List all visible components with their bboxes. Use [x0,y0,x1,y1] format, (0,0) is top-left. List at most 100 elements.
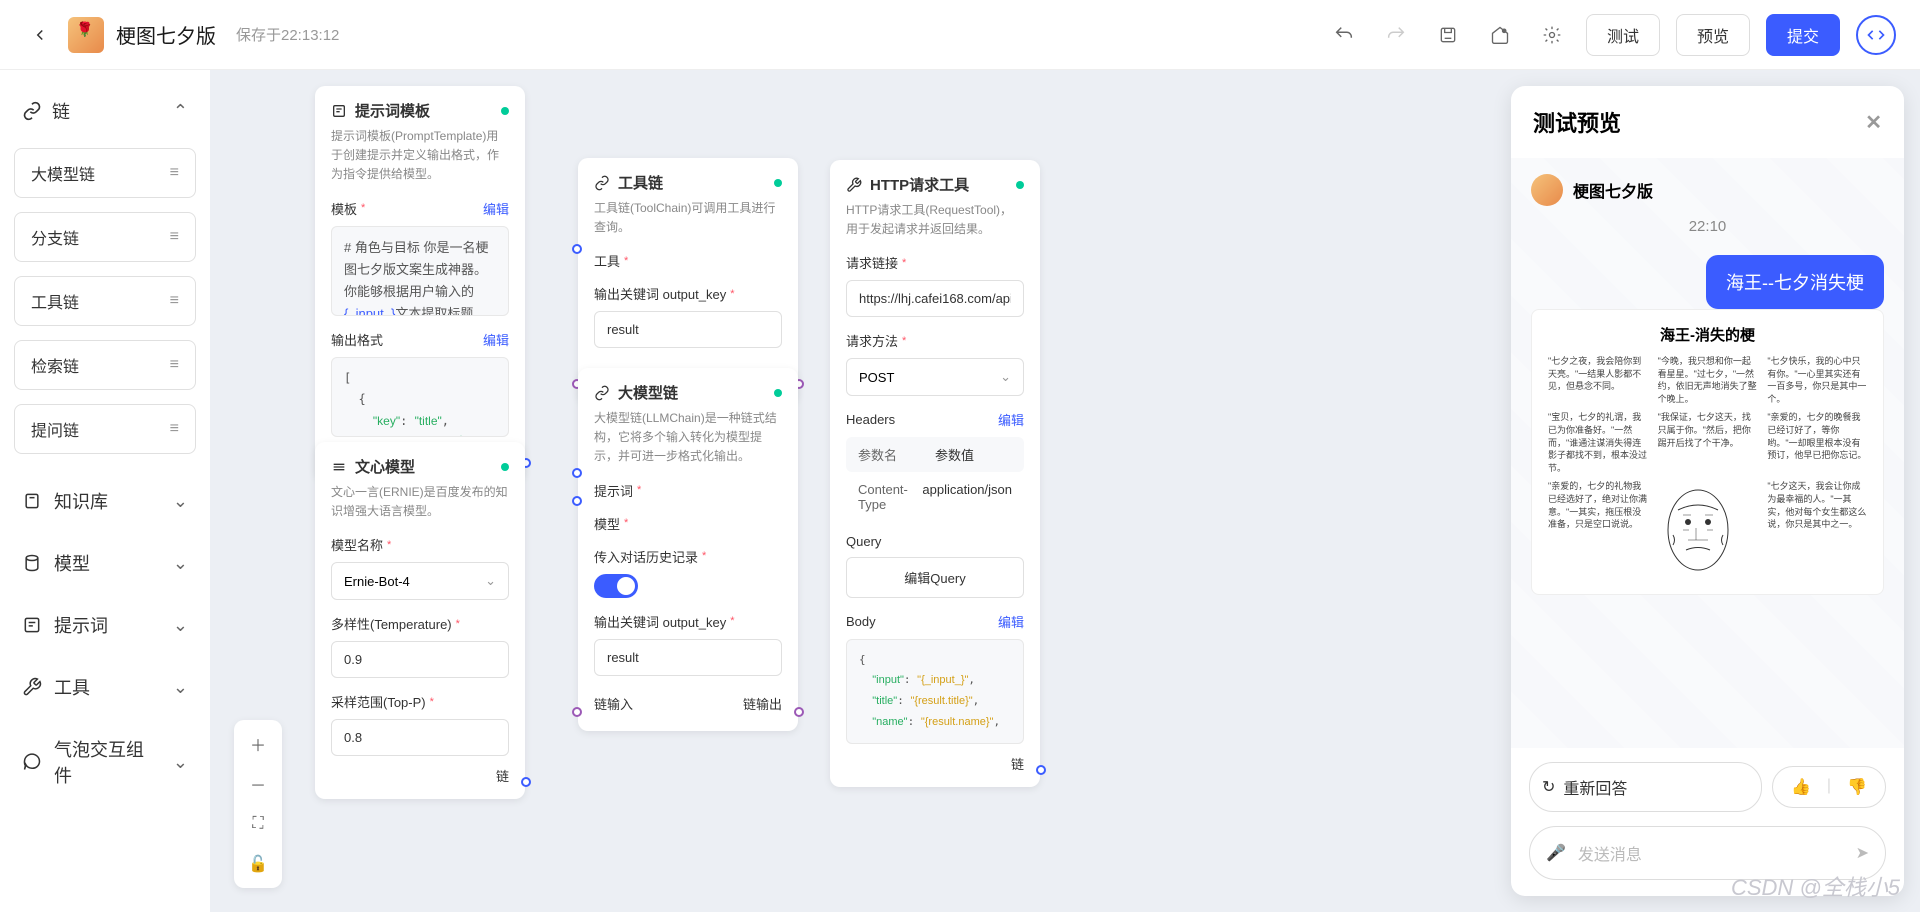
chat-time: 22:10 [1531,218,1884,235]
thumbs-down-button[interactable]: 👎 [1841,773,1873,801]
bot-avatar [1531,174,1563,206]
status-dot [774,179,782,187]
preview-panel: 测试预览 ✕ 梗图七夕版 22:10 海王--七夕消失梗 海王-消失的梗 "七夕… [1511,86,1904,896]
temperature-input[interactable] [331,641,509,678]
node-wenxin-model[interactable]: 文心模型 文心一言(ERNIE)是百度发布的知识增强大语言模型。 模型名称* E… [315,442,525,799]
chevron-up-icon: ⌃ [173,101,188,122]
undo-button[interactable] [1326,17,1362,53]
node-http-request[interactable]: HTTP请求工具 HTTP请求工具(RequestTool)，用于发起请求并返回… [830,160,1040,787]
chat-input[interactable]: 🎤 发送消息 ➤ [1529,826,1886,880]
zoom-controls: ＋ － ⛶ 🔓 [234,720,282,888]
edit-query-button[interactable]: 编辑Query [846,557,1024,598]
header-row: Content-Typeapplication/json [846,480,1024,520]
format-text[interactable]: [ { "key": "title", "description": "标题" [331,357,509,437]
settings-button[interactable] [1534,17,1570,53]
model-icon [22,553,42,573]
status-dot [774,389,782,397]
meme-cell: "亲爱的，七夕的礼物我已经选好了，绝对让你满意。"一其实，拖压根没准备，只是空口… [1548,480,1648,530]
code-button[interactable] [1856,15,1896,55]
link-icon [22,101,42,121]
test-button[interactable]: 测试 [1586,14,1660,56]
model-icon [331,459,347,475]
outkey-input[interactable] [594,311,782,348]
fit-button[interactable]: ⛶ [242,808,274,840]
preview-button[interactable]: 预览 [1676,14,1750,56]
port-chain-out[interactable] [794,707,804,717]
app-title: 梗图七夕版 [116,20,216,49]
node-tool-chain[interactable]: 工具链 工具链(ToolChain)可调用工具进行查询。 工具* 输出关键词 o… [578,158,798,403]
back-button[interactable] [24,19,56,51]
http-icon [846,177,862,193]
meme-result-card: 海王-消失的梗 "七夕之夜，我会陪你到天亮。"一结果人影都不见，但悬念不同。"今… [1531,309,1884,595]
sidebar-menu-prompt[interactable]: 提示词⌄ [14,598,196,652]
sidebar-section-chains[interactable]: 链 ⌃ [14,88,196,134]
template-icon [331,103,347,119]
send-icon[interactable]: ➤ [1856,843,1869,863]
close-button[interactable]: ✕ [1865,110,1882,135]
template-text[interactable]: # 角色与目标 你是一名梗图七夕版文案生成神器。你能够根据用户输入的{_inpu… [331,226,509,316]
status-dot [501,107,509,115]
meme-cell: "七夕这天，我会让你成为最幸福的人。"一其实，他对每个女生都这么说，你只是其中之… [1767,480,1867,530]
port-chain-in[interactable] [572,707,582,717]
sidebar-menu-knowledge[interactable]: 知识库⌄ [14,474,196,528]
zoom-out-button[interactable]: － [242,768,274,800]
status-dot [1016,181,1024,189]
link-icon [594,385,610,401]
chat-icon [22,752,42,772]
edit-body-link[interactable]: 编辑 [998,612,1024,631]
edit-template-link[interactable]: 编辑 [483,199,509,218]
topp-input[interactable] [331,719,509,756]
node-prompt-template[interactable]: 提示词模板 提示词模板(PromptTemplate)用于创建提示并定义输出格式… [315,86,525,480]
url-input[interactable] [846,280,1024,317]
preview-title: 测试预览 [1533,106,1621,138]
user-message: 海王--七夕消失梗 [1706,255,1884,309]
bot-name: 梗图七夕版 [1573,178,1653,202]
outkey-input[interactable] [594,639,782,676]
sidebar-menu-model[interactable]: 模型⌄ [14,536,196,590]
sidebar: 链 ⌃ 大模型链≡ 分支链≡ 工具链≡ 检索链≡ 提问链≡ 知识库⌄ 模型⌄ 提示词⌄ 工具⌄… [0,70,210,912]
edit-headers-link[interactable]: 编辑 [998,410,1024,429]
home-button[interactable] [1482,17,1518,53]
model-select[interactable]: Ernie-Bot-4⌄ [331,562,509,600]
knowledge-icon [22,491,42,511]
chain-item-3[interactable]: 检索链≡ [14,340,196,390]
zoom-in-button[interactable]: ＋ [242,728,274,760]
retry-button[interactable]: ↻重新回答 [1529,762,1762,812]
node-llm-chain[interactable]: 大模型链 大模型链(LLMChain)是一种链式结构，它将多个输入转化为模型提示… [578,368,798,731]
body-code[interactable]: { "input": "{_input_}", "title": "{resul… [846,639,1024,743]
wrench-icon [22,677,42,697]
sidebar-menu-wrench[interactable]: 工具⌄ [14,660,196,714]
chain-item-1[interactable]: 分支链≡ [14,212,196,262]
status-dot [501,463,509,471]
save-button[interactable] [1430,17,1466,53]
submit-button[interactable]: 提交 [1766,14,1840,56]
history-toggle[interactable] [594,574,638,598]
meme-cell: "我保证，七夕这天，找只属于你。"然后，把你踢开后找了个干净。 [1658,411,1758,474]
chain-item-0[interactable]: 大模型链≡ [14,148,196,198]
meme-cell: "宝贝，七夕的礼谓，我已为你准备好。"一然而，"谁通注谋消失得连影子都找不到，根… [1548,411,1648,474]
link-icon [594,175,610,191]
prompt-icon [22,615,42,635]
mic-icon[interactable]: 🎤 [1546,843,1566,863]
port-tool-in[interactable] [572,244,582,254]
header-row: 参数名参数值 [846,437,1024,472]
chain-item-4[interactable]: 提问链≡ [14,404,196,454]
port-prompt-in[interactable] [572,468,582,478]
method-select[interactable]: POST⌄ [846,358,1024,396]
port-out[interactable] [1036,765,1046,775]
sidebar-menu-chat[interactable]: 气泡交互组件⌄ [14,722,196,802]
meme-cell: "今晚，我只想和你一起看星星。"过七夕，"一然约，依旧无声地消失了整个晚上。 [1658,355,1758,405]
redo-button[interactable] [1378,17,1414,53]
port-out[interactable] [521,777,531,787]
saved-status: 保存于22:13:12 [236,24,339,45]
meme-cell: "七夕快乐，我的心中只有你。"一心里其实还有一百多号，你只是其中一个。 [1767,355,1867,405]
lock-button[interactable]: 🔓 [242,848,274,880]
canvas[interactable]: 提示词模板 提示词模板(PromptTemplate)用于创建提示并定义输出格式… [210,70,1920,912]
app-avatar [68,17,104,53]
meme-cell: "亲爱的，七夕的晚餐我已经订好了，等你哟。"一却眼里根本没有预订，他早已把你忘记… [1767,411,1867,474]
thumbs-up-button[interactable]: 👍 [1785,773,1817,801]
port-model-in[interactable] [572,496,582,506]
meme-cell [1658,480,1758,580]
edit-format-link[interactable]: 编辑 [483,330,509,349]
chain-item-2[interactable]: 工具链≡ [14,276,196,326]
